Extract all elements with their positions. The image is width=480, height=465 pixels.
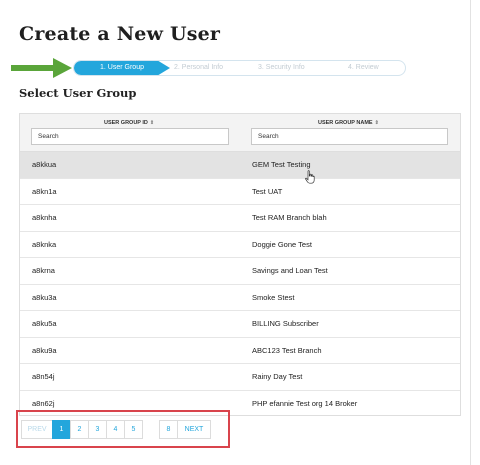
table-row[interactable]: a8krna Savings and Loan Test: [20, 258, 460, 285]
column-header-label: USER GROUP ID: [104, 120, 148, 126]
group-name-cell: PHP efannie Test org 14 Broker: [252, 398, 358, 408]
step-personal-info: 2. Personal Info: [174, 64, 224, 71]
annotation-arrow-icon: [11, 58, 72, 78]
user-group-table: USER GROUP ID⇕ USER GROUP NAME⇕ a8kkua G…: [19, 113, 461, 416]
table-header: USER GROUP ID ⇕ USER GROUP NAME ⇕: [20, 114, 460, 152]
pagination-page-5[interactable]: 5: [124, 420, 143, 439]
table-row[interactable]: a8knha Test RAM Branch blah: [20, 205, 460, 232]
group-id-cell: a8ku5a: [32, 319, 57, 328]
pagination-page-3[interactable]: 3: [88, 420, 107, 439]
group-name-cell: GEM Test Testing: [252, 160, 311, 169]
group-name-cell: ABC123 Test Branch: [252, 345, 322, 355]
sort-icon[interactable]: ⇕: [150, 120, 154, 126]
group-id-cell: a8ku9a: [32, 345, 57, 355]
group-id-cell: a8n54j: [32, 372, 55, 381]
group-name-cell: Smoke Stest: [252, 292, 295, 302]
group-name-cell: Test UAT: [252, 186, 283, 196]
step-security-info: 3. Security Info: [258, 64, 305, 71]
pagination-page-2[interactable]: 2: [70, 420, 89, 439]
table-row[interactable]: a8kkua GEM Test Testing: [20, 152, 460, 179]
group-name-cell: Savings and Loan Test: [252, 266, 328, 275]
sort-icon[interactable]: ⇕: [375, 120, 379, 126]
group-id-cell: a8knka: [32, 239, 57, 249]
table-row[interactable]: a8kn1a Test UAT: [20, 179, 460, 205]
table-row[interactable]: a8ku3a Smoke Stest: [20, 285, 460, 311]
hand-cursor-icon: [305, 170, 315, 184]
step-review: 4. Review: [348, 64, 379, 71]
group-name-cell: Rainy Day Test: [252, 372, 303, 381]
pagination-page-last[interactable]: 8: [159, 420, 178, 439]
group-id-cell: a8knha: [32, 213, 57, 222]
group-name-search-input[interactable]: [251, 128, 448, 145]
group-id-cell: a8kn1a: [32, 186, 57, 196]
table-row[interactable]: a8ku5a BILLING Subscriber: [20, 311, 460, 338]
pagination-next-button[interactable]: NEXT: [177, 420, 211, 439]
table-row[interactable]: a8ku9a ABC123 Test Branch: [20, 338, 460, 364]
column-header-group-id[interactable]: USER GROUP ID ⇕: [104, 120, 154, 126]
table-row[interactable]: a8n54j Rainy Day Test: [20, 364, 460, 391]
section-title: Select User Group: [19, 86, 137, 100]
pagination-prev-button[interactable]: PREV: [21, 420, 53, 439]
group-id-cell: a8kkua: [32, 160, 57, 169]
group-name-cell: Doggie Gone Test: [252, 239, 312, 249]
column-header-group-name[interactable]: USER GROUP NAME ⇕: [318, 120, 379, 126]
group-id-search-input[interactable]: [31, 128, 229, 145]
group-id-cell: a8krna: [32, 266, 55, 275]
pagination-page-4[interactable]: 4: [106, 420, 125, 439]
pagination-gap: [142, 420, 160, 439]
group-id-cell: a8ku3a: [32, 292, 57, 302]
wizard-stepper: 1. User Group 2. Personal Info 3. Securi…: [73, 60, 406, 76]
step-user-group[interactable]: 1. User Group: [74, 61, 170, 75]
group-name-cell: BILLING Subscriber: [252, 319, 319, 328]
page-edge-divider: [470, 0, 471, 465]
page-title: Create a New User: [19, 23, 221, 45]
pagination-page-1[interactable]: 1: [52, 420, 71, 439]
table-row[interactable]: a8knka Doggie Gone Test: [20, 232, 460, 258]
group-name-cell: Test RAM Branch blah: [252, 213, 327, 222]
column-header-label: USER GROUP NAME: [318, 120, 373, 126]
pagination: PREV 1 2 3 4 5 8 NEXT: [21, 420, 211, 439]
